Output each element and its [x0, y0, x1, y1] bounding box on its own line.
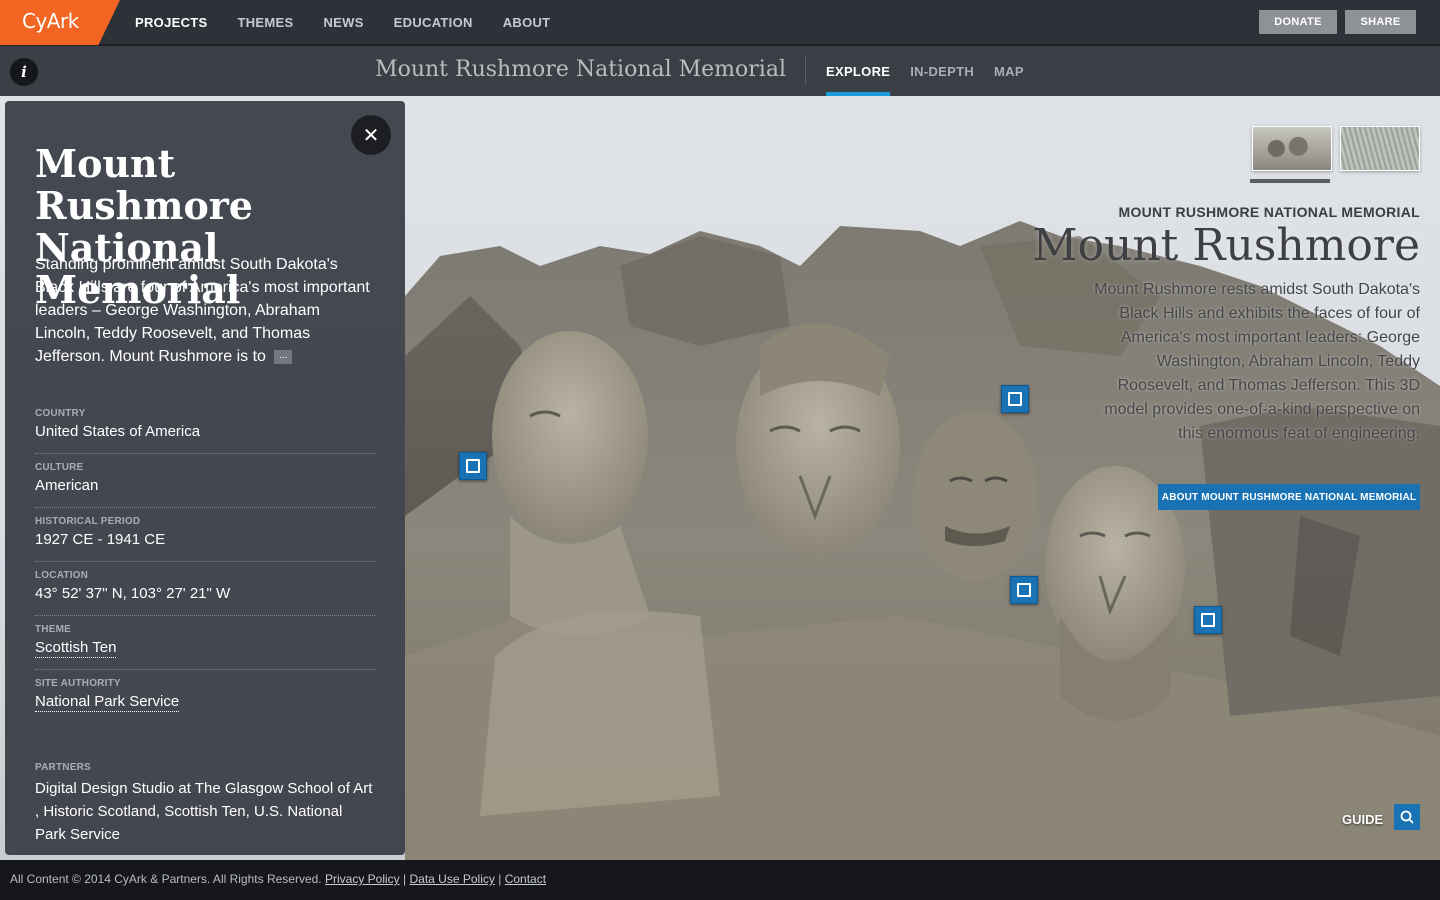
- model-thumbnails: [1252, 126, 1420, 171]
- field-divider: [35, 669, 375, 670]
- hotspot-image-icon[interactable]: [459, 452, 487, 480]
- field-label: SITE AUTHORITY: [35, 678, 121, 689]
- guide-label[interactable]: GUIDE: [1342, 812, 1383, 827]
- field-value: 1927 CE - 1941 CE: [35, 531, 166, 548]
- top-navigation-bar: CyArk PROJECTS THEMES NEWS EDUCATION ABO…: [0, 0, 1440, 45]
- subnav-divider: [805, 55, 806, 85]
- partners-value: Digital Design Studio at The Glasgow Sch…: [35, 780, 373, 843]
- nav-item-about[interactable]: ABOUT: [503, 15, 551, 30]
- field-label: COUNTRY: [35, 408, 86, 419]
- viewer-project-description: Mount Rushmore rests amidst South Dakota…: [1094, 281, 1420, 442]
- contact-link[interactable]: Contact: [505, 872, 546, 886]
- hotspot-image-icon[interactable]: [1010, 576, 1038, 604]
- logo-text: CyArk: [22, 9, 79, 33]
- field-value: 43° 52' 37" N, 103° 27' 21" W: [35, 585, 231, 602]
- field-partners: PARTNERS Digital Design Studio at The Gl…: [35, 762, 375, 846]
- field-value: American: [35, 477, 99, 494]
- hotspot-image-icon[interactable]: [1001, 385, 1029, 413]
- field-theme: THEME Scottish Ten: [35, 624, 375, 658]
- viewer-project-label: MOUNT RUSHMORE NATIONAL MEMORIAL: [1118, 204, 1420, 220]
- project-subnav: i Mount Rushmore National Memorial EXPLO…: [0, 46, 1440, 96]
- footer-separator: |: [403, 872, 407, 886]
- cyark-logo[interactable]: CyArk: [0, 0, 120, 45]
- field-historical-period: HISTORICAL PERIOD 1927 CE - 1941 CE: [35, 516, 375, 548]
- field-value: United States of America: [35, 423, 201, 440]
- site-authority-link[interactable]: National Park Service: [35, 693, 180, 712]
- donate-button[interactable]: DONATE: [1259, 10, 1337, 34]
- subnav-tabs: EXPLORE IN-DEPTH MAP: [826, 46, 1024, 96]
- project-info-panel: ✕ Mount Rushmore National Memorial Stand…: [5, 101, 405, 855]
- nav-item-news[interactable]: NEWS: [323, 15, 363, 30]
- field-divider: [35, 507, 375, 508]
- nav-item-themes[interactable]: THEMES: [237, 15, 293, 30]
- search-icon[interactable]: [1394, 804, 1420, 830]
- theme-link[interactable]: Scottish Ten: [35, 639, 117, 658]
- nav-item-projects[interactable]: PROJECTS: [135, 15, 207, 30]
- hotspot-image-icon[interactable]: [1194, 606, 1222, 634]
- footer-separator: |: [498, 872, 502, 886]
- field-location: LOCATION 43° 52' 37" N, 103° 27' 21" W: [35, 570, 375, 602]
- share-button[interactable]: SHARE: [1345, 10, 1416, 34]
- nav-item-education[interactable]: EDUCATION: [394, 15, 473, 30]
- field-label: THEME: [35, 624, 71, 635]
- project-title: Mount Rushmore National Memorial: [375, 57, 786, 82]
- viewer-project-name: Mount Rushmore: [1032, 220, 1420, 271]
- field-label: HISTORICAL PERIOD: [35, 516, 141, 527]
- field-divider: [35, 453, 375, 454]
- field-label: PARTNERS: [35, 762, 91, 773]
- field-label: CULTURE: [35, 462, 84, 473]
- panel-description-text: Standing prominent amidst South Dakota's…: [35, 256, 370, 365]
- footer-text: All Content © 2014 CyArk & Partners. All…: [10, 872, 546, 886]
- main-nav: PROJECTS THEMES NEWS EDUCATION ABOUT: [135, 0, 550, 45]
- tab-explore[interactable]: EXPLORE: [826, 46, 891, 96]
- tab-map[interactable]: MAP: [994, 46, 1024, 96]
- footer: All Content © 2014 CyArk & Partners. All…: [0, 860, 1440, 900]
- field-country: COUNTRY United States of America: [35, 408, 375, 440]
- data-use-policy-link[interactable]: Data Use Policy: [410, 872, 495, 886]
- panel-description: Standing prominent amidst South Dakota's…: [35, 253, 375, 368]
- privacy-policy-link[interactable]: Privacy Policy: [325, 872, 400, 886]
- thumbnail-active-indicator: [1250, 179, 1330, 183]
- about-project-button[interactable]: ABOUT MOUNT RUSHMORE NATIONAL MEMORIAL: [1158, 484, 1420, 510]
- field-divider: [35, 615, 375, 616]
- tab-in-depth[interactable]: IN-DEPTH: [910, 46, 974, 96]
- thumbnail-model-2[interactable]: [1340, 126, 1420, 171]
- copyright-text: All Content © 2014 CyArk & Partners. All…: [10, 872, 322, 886]
- info-icon[interactable]: i: [10, 58, 38, 86]
- field-site-authority: SITE AUTHORITY National Park Service: [35, 678, 375, 712]
- field-divider: [35, 561, 375, 562]
- field-label: LOCATION: [35, 570, 89, 581]
- read-more-button[interactable]: ...: [274, 349, 293, 364]
- field-culture: CULTURE American: [35, 462, 375, 494]
- thumbnail-model-1[interactable]: [1252, 126, 1332, 171]
